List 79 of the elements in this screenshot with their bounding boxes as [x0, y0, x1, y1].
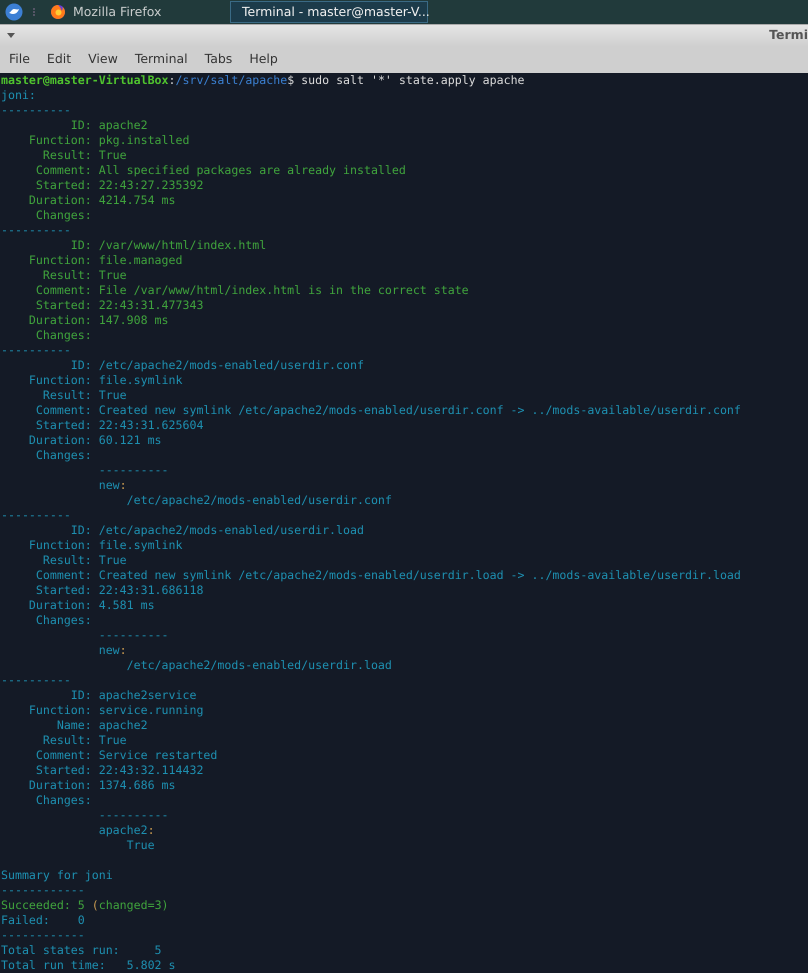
output-text: ----------: [98, 628, 169, 642]
output-text: Duration: 60.121 ms: [28, 433, 162, 447]
output-text: Result: True: [42, 148, 127, 162]
menu-item[interactable]: Terminal: [128, 50, 194, 69]
output-text: Function: service.running: [28, 703, 204, 717]
output-text: :: [148, 823, 155, 837]
output-text: Changes:: [34, 328, 92, 342]
summary-text: Succeeded: 5: [1, 898, 86, 912]
output-text: new: [98, 478, 120, 492]
output-text: Duration: 147.908 ms: [28, 313, 169, 327]
output-text: joni:: [1, 88, 36, 102]
output-text: Started: 22:43:31.477343: [34, 298, 204, 312]
menu-item[interactable]: File: [3, 50, 36, 69]
output-text: ID: /etc/apache2/mods-enabled/userdir.load: [70, 523, 364, 537]
menu-item[interactable]: Edit: [40, 50, 78, 69]
app-menu-icon[interactable]: [5, 3, 23, 21]
output-text: Result: True: [42, 268, 127, 282]
output-text: apache2: [98, 823, 148, 837]
output-text: ----------: [98, 463, 169, 477]
summary-text: Total states run: 5: [1, 943, 162, 957]
prompt-path: /srv/salt/apache: [176, 73, 288, 87]
output-text: Duration: 1374.686 ms: [28, 778, 176, 792]
output-text: ----------: [1, 343, 71, 357]
output-text: ID: /var/www/html/index.html: [70, 238, 266, 252]
menu-item[interactable]: Help: [243, 50, 284, 69]
output-text: Result: True: [42, 553, 127, 567]
output-text: Comment: Service restarted: [34, 748, 218, 762]
window-title: Termi: [769, 26, 808, 44]
output-text: /etc/apache2/mods-enabled/userdir.conf: [126, 493, 392, 507]
output-text: Comment: All specified packages are already installed: [34, 163, 406, 177]
output-text: Changes:: [34, 448, 92, 462]
output-text: ----------: [98, 808, 169, 822]
prompt-user: master@master-VirtualBox: [1, 73, 169, 87]
output-text: Started: 22:43:31.686118: [34, 583, 204, 597]
output-text: ----------: [1, 673, 71, 687]
output-text: Duration: 4214.754 ms: [28, 193, 176, 207]
taskbar-task[interactable]: Mozilla Firefox: [46, 1, 196, 23]
output-text: ID: apache2service: [70, 688, 196, 702]
output-text: /etc/apache2/mods-enabled/userdir.load: [126, 658, 392, 672]
prompt-separator: :: [168, 73, 176, 87]
summary-text: changed=3): [98, 898, 169, 912]
output-text: :: [120, 643, 127, 657]
taskbar-task[interactable]: Terminal - master@master-V...: [230, 1, 428, 23]
summary-text: Summary for joni: [1, 868, 113, 882]
output-text: Function: pkg.installed: [28, 133, 190, 147]
output-text: Function: file.managed: [28, 253, 182, 267]
output-text: ----------: [1, 508, 71, 522]
output-text: new: [98, 643, 120, 657]
summary-text: (: [92, 898, 99, 912]
menu-item[interactable]: View: [82, 50, 124, 69]
command-text: $ sudo salt '*' state.apply apache: [287, 73, 525, 87]
output-text: ----------: [1, 223, 71, 237]
output-text: Started: 22:43:32.114432: [34, 763, 204, 777]
output-text: Changes:: [34, 613, 92, 627]
output-text: Changes:: [34, 208, 92, 222]
output-text: Function: file.symlink: [28, 538, 182, 552]
output-text: Function: file.symlink: [28, 373, 182, 387]
output-text: ----------: [1, 103, 71, 117]
output-text: Result: True: [42, 733, 127, 747]
output-text: Result: True: [42, 388, 127, 402]
output-text: True: [126, 838, 155, 852]
output-text: Started: 22:43:31.625604: [34, 418, 204, 432]
output-text: Comment: File /var/www/html/index.html is in the correct state: [34, 283, 469, 297]
summary-text: ------------: [1, 883, 85, 897]
output-text: :: [120, 478, 127, 492]
summary-text: Total run time: 5.802 s: [1, 958, 176, 972]
summary-text: ------------: [1, 928, 85, 942]
menu-item[interactable]: Tabs: [198, 50, 238, 69]
fox-globe-icon: [50, 4, 66, 20]
output-text: ID: /etc/apache2/mods-enabled/userdir.conf: [70, 358, 364, 372]
output-text: ID: apache2: [70, 118, 148, 132]
output-text: Comment: Created new symlink /etc/apache2/mods-enabled/userdir.load -> ../mods-available/userdir.load: [34, 568, 741, 582]
output-text: Changes:: [34, 793, 92, 807]
output-text: Duration: 4.581 ms: [28, 598, 155, 612]
summary-text: Failed: 0: [1, 913, 85, 927]
output-text: Name: apache2: [56, 718, 148, 732]
dropdown-arrow-icon[interactable]: [7, 33, 15, 38]
output-text: Started: 22:43:27.235392: [34, 178, 204, 192]
output-text: Comment: Created new symlink /etc/apache2/mods-enabled/userdir.conf -> ../mods-available/userdir.conf: [34, 403, 741, 417]
